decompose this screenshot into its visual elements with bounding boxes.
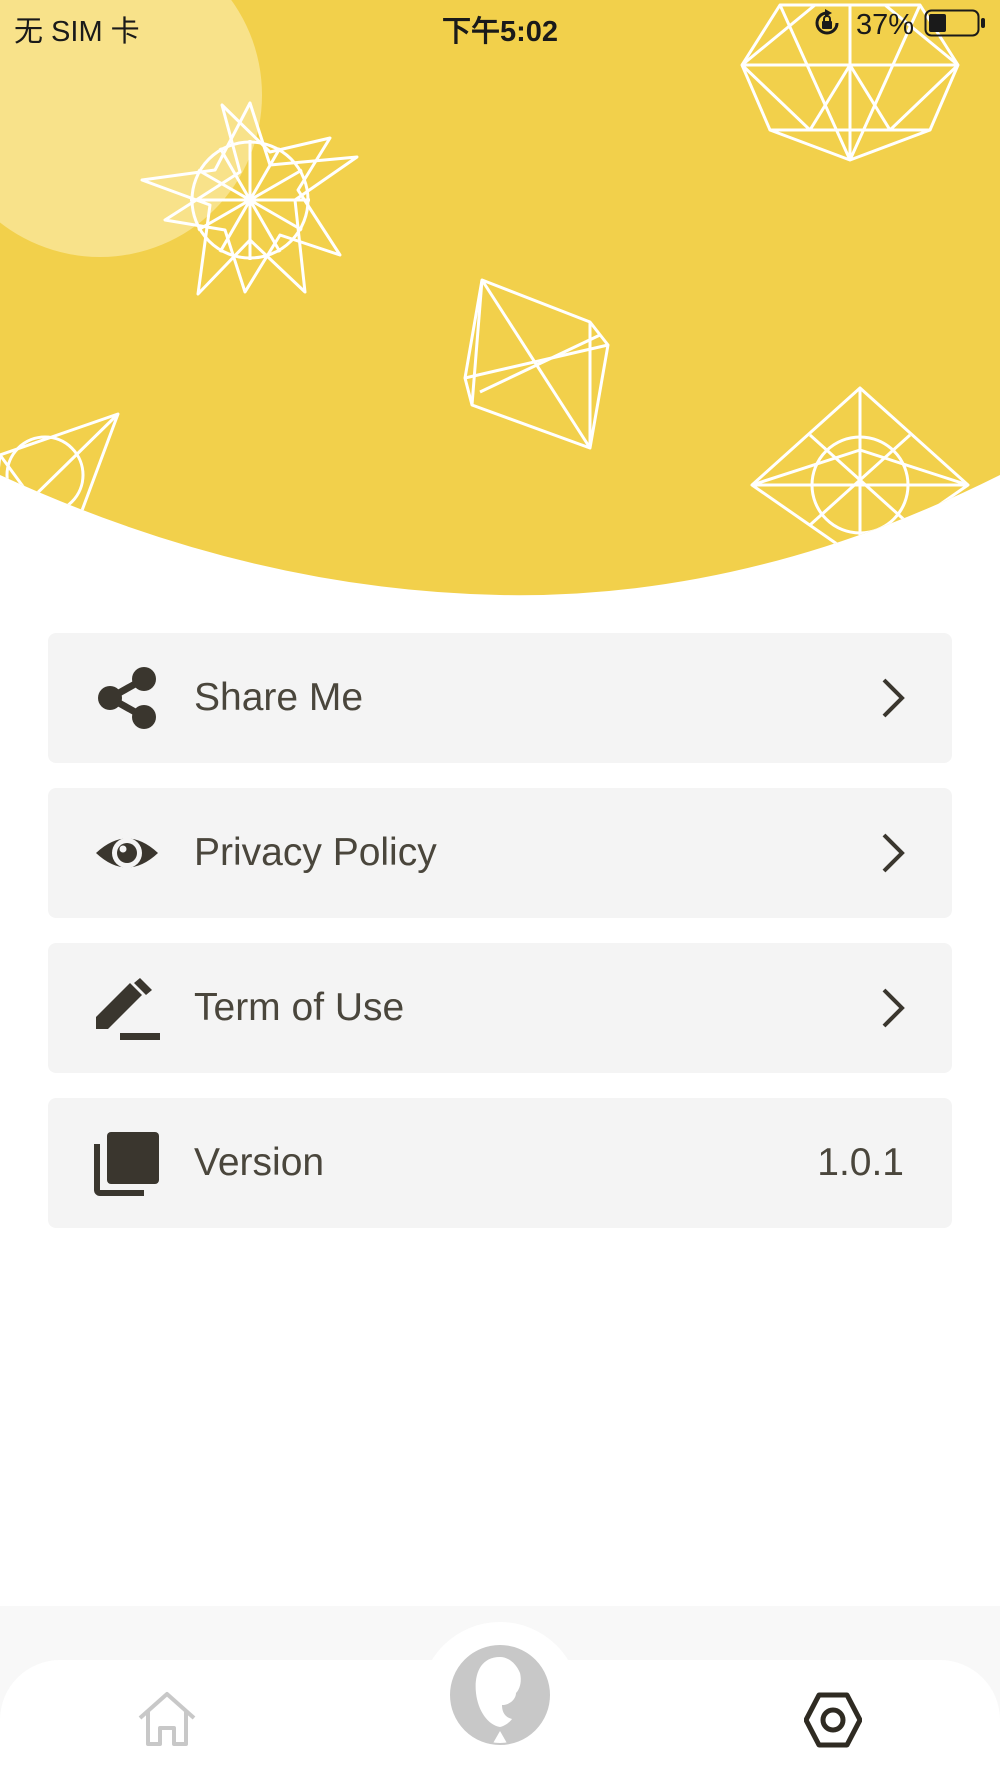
menu-item-share[interactable]: Share Me xyxy=(48,633,952,763)
menu-item-label: Term of Use xyxy=(194,986,405,1029)
share-icon xyxy=(94,665,160,731)
menu-item-label: Privacy Policy xyxy=(194,831,437,874)
battery-icon xyxy=(924,9,986,42)
layers-icon xyxy=(94,1130,160,1196)
eye-icon xyxy=(94,820,160,886)
rotation-lock-icon xyxy=(812,8,842,43)
tab-settings[interactable] xyxy=(803,1691,863,1749)
header-banner xyxy=(0,0,1000,600)
home-icon xyxy=(138,1692,196,1746)
profile-avatar-icon xyxy=(450,1645,550,1745)
chevron-right-icon xyxy=(878,832,908,874)
pencil-icon xyxy=(94,975,160,1041)
version-value: 1.0.1 xyxy=(817,1141,904,1184)
settings-icon xyxy=(803,1692,863,1748)
tab-home[interactable] xyxy=(136,1690,198,1748)
chevron-right-icon xyxy=(878,987,908,1029)
chevron-right-icon xyxy=(878,677,908,719)
settings-menu: Share Me Privacy Policy Term of Use Vers… xyxy=(48,633,952,1253)
menu-item-term-of-use[interactable]: Term of Use xyxy=(48,943,952,1073)
tab-profile[interactable] xyxy=(450,1645,550,1745)
battery-percent: 37% xyxy=(855,8,914,41)
status-bar: 无 SIM 卡 下午5:02 37% xyxy=(0,0,1000,50)
menu-item-label: Share Me xyxy=(194,676,364,719)
menu-item-privacy-policy[interactable]: Privacy Policy xyxy=(48,788,952,918)
status-indicators: 37% xyxy=(812,8,986,42)
header-illustration xyxy=(0,0,1000,596)
menu-item-version: Version 1.0.1 xyxy=(48,1098,952,1228)
menu-item-label: Version xyxy=(194,1141,325,1184)
